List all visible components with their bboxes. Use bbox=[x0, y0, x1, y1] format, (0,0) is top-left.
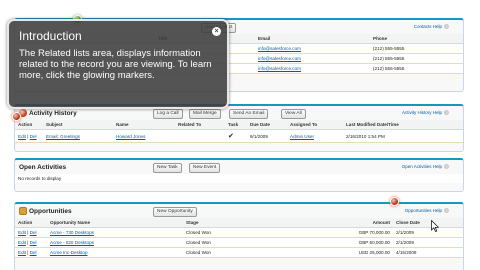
close-icon[interactable]: × bbox=[212, 27, 221, 36]
col-opportunity-name: Opportunity Name bbox=[47, 218, 183, 228]
open-activities-header: Open Activities New Task New Event Open … bbox=[15, 160, 463, 174]
task-checkmark-icon: ✔ bbox=[225, 129, 247, 143]
col-subject: Subject bbox=[43, 120, 113, 130]
record-detail-page: New Contact Contacts Help? Action Contac… bbox=[0, 0, 480, 270]
col-action: Action bbox=[15, 218, 47, 228]
open-activities-help-link[interactable]: Open Activities Help? bbox=[402, 164, 449, 169]
help-icon: ? bbox=[444, 24, 449, 29]
amount-cell: GBP 70,000.00 bbox=[333, 227, 393, 238]
opportunity-name-link[interactable]: Acme - 520 Desktops bbox=[47, 237, 183, 248]
new-opportunity-button[interactable]: New Opportunity bbox=[153, 207, 197, 217]
stage-cell: Closed Won bbox=[183, 247, 333, 258]
table-header-row: Action Opportunity Name Stage Amount Clo… bbox=[15, 218, 463, 228]
delete-link[interactable]: Del bbox=[30, 240, 37, 245]
callout-body: The Related lists area, displays informa… bbox=[19, 48, 212, 81]
edit-link[interactable]: Edit bbox=[18, 250, 26, 255]
col-due-date: Due Date bbox=[247, 120, 287, 130]
contact-phone: (212) 555-5555 bbox=[370, 43, 463, 54]
new-task-button[interactable]: New Task bbox=[153, 163, 182, 173]
contact-email[interactable]: info@salesforce.com bbox=[255, 63, 370, 74]
edit-link[interactable]: Edit bbox=[18, 240, 26, 245]
col-related-to: Related To bbox=[175, 120, 225, 130]
col-email: Email bbox=[255, 34, 370, 44]
mail-merge-button[interactable]: Mail Merge bbox=[189, 109, 221, 119]
col-amount: Amount bbox=[333, 218, 393, 228]
opportunities-related-list: Opportunities New Opportunity Opportunit… bbox=[14, 202, 464, 270]
opportunities-header: Opportunities New Opportunity Opportunit… bbox=[15, 204, 463, 218]
stage-cell: Closed Won bbox=[183, 237, 333, 248]
contact-phone: (212) 555-5555 bbox=[370, 63, 463, 74]
empty-message: No records to display bbox=[18, 176, 62, 181]
opportunities-help-link[interactable]: Opportunities Help? bbox=[405, 208, 449, 213]
row-actions: Edit | Del bbox=[15, 129, 43, 143]
activity-history-related-list: Activity History Log a Call Mail Merge S… bbox=[14, 104, 464, 152]
amount-cell: GBP 50,000.00 bbox=[333, 237, 393, 248]
open-activities-related-list: Open Activities New Task New Event Open … bbox=[14, 158, 464, 192]
contact-email[interactable]: info@salesforce.com bbox=[255, 53, 370, 64]
col-task: Task bbox=[225, 120, 247, 130]
table-header-row: Action Subject Name Related To Task Due … bbox=[15, 120, 463, 130]
delete-link[interactable]: Del bbox=[30, 250, 37, 255]
assigned-to-link[interactable]: Admin User bbox=[287, 129, 343, 143]
open-activities-table: No records to display bbox=[15, 174, 463, 183]
opportunities-title: Opportunities bbox=[29, 207, 72, 215]
row-actions: Edit | Del bbox=[15, 237, 47, 248]
delete-link[interactable]: Del bbox=[30, 230, 37, 235]
col-last-modified: Last Modified Date/Time bbox=[343, 120, 463, 130]
help-icon: ? bbox=[444, 164, 449, 169]
last-modified-cell: 2/16/2010 1:54 PM bbox=[343, 129, 463, 143]
table-row: No records to display bbox=[15, 174, 463, 183]
opportunity-name-link[interactable]: Acme - 730 Desktops bbox=[47, 227, 183, 238]
contact-phone: (212) 555-5555 bbox=[370, 53, 463, 64]
row-actions: Edit | Del bbox=[15, 247, 47, 258]
close-date-cell: 2/1/2009 bbox=[393, 227, 463, 238]
delete-link[interactable]: Del bbox=[30, 134, 37, 139]
activity-history-title: Activity History bbox=[29, 109, 77, 117]
view-all-button[interactable]: View All bbox=[281, 109, 306, 119]
log-a-call-button[interactable]: Log a Call bbox=[153, 109, 183, 119]
opportunities-icon bbox=[19, 207, 27, 215]
help-icon: ? bbox=[444, 110, 449, 115]
mouse-pointer-icon bbox=[431, 220, 439, 232]
col-name: Name bbox=[113, 120, 175, 130]
stage-cell: Closed Won bbox=[183, 227, 333, 238]
send-an-email-button[interactable]: Send An Email bbox=[229, 109, 269, 119]
table-row: Edit | Del Acme - 520 Desktops Closed Wo… bbox=[15, 237, 463, 248]
edit-link[interactable]: Edit bbox=[18, 230, 26, 235]
name-link[interactable]: Howard Jones bbox=[113, 129, 175, 143]
new-event-button[interactable]: New Event bbox=[189, 163, 221, 173]
table-row: Edit | Del Email: Greetings Howard Jones… bbox=[15, 129, 463, 143]
close-date-cell: 4/15/2009 bbox=[393, 247, 463, 258]
row-actions: Edit | Del bbox=[15, 227, 47, 238]
contact-email[interactable]: info@salesforce.com bbox=[255, 43, 370, 54]
glowing-marker-opportunities[interactable] bbox=[390, 197, 399, 206]
close-date-cell: 2/1/2009 bbox=[393, 237, 463, 248]
col-phone: Phone bbox=[370, 34, 463, 44]
table-row: Edit | Del Acme - 730 Desktops Closed Wo… bbox=[15, 227, 463, 238]
glowing-marker-activity-history[interactable] bbox=[12, 112, 21, 121]
introduction-callout: Introduction The Related lists area, dis… bbox=[7, 19, 229, 109]
opportunity-name-link[interactable]: Acme Inc-Desktop bbox=[47, 247, 183, 258]
col-action: Action bbox=[15, 120, 43, 130]
col-close-date: Close Date bbox=[393, 218, 463, 228]
help-icon: ? bbox=[444, 208, 449, 213]
opportunities-table: Action Opportunity Name Stage Amount Clo… bbox=[15, 218, 463, 258]
callout-title: Introduction bbox=[19, 29, 82, 43]
related-to-cell bbox=[175, 129, 225, 143]
table-row: Edit | Del Acme Inc-Desktop Closed Won U… bbox=[15, 247, 463, 258]
col-stage: Stage bbox=[183, 218, 333, 228]
amount-cell: USD 25,000.00 bbox=[333, 247, 393, 258]
contacts-help-link[interactable]: Contacts Help? bbox=[414, 24, 449, 29]
open-activities-title: Open Activities bbox=[19, 163, 67, 171]
subject-link[interactable]: Email: Greetings bbox=[43, 129, 113, 143]
activity-history-help-link[interactable]: Activity History Help? bbox=[402, 110, 449, 115]
edit-link[interactable]: Edit bbox=[18, 134, 26, 139]
col-assigned-to: Assigned To bbox=[287, 120, 343, 130]
activity-history-table: Action Subject Name Related To Task Due … bbox=[15, 120, 463, 143]
due-date-cell: 9/1/2009 bbox=[247, 129, 287, 143]
